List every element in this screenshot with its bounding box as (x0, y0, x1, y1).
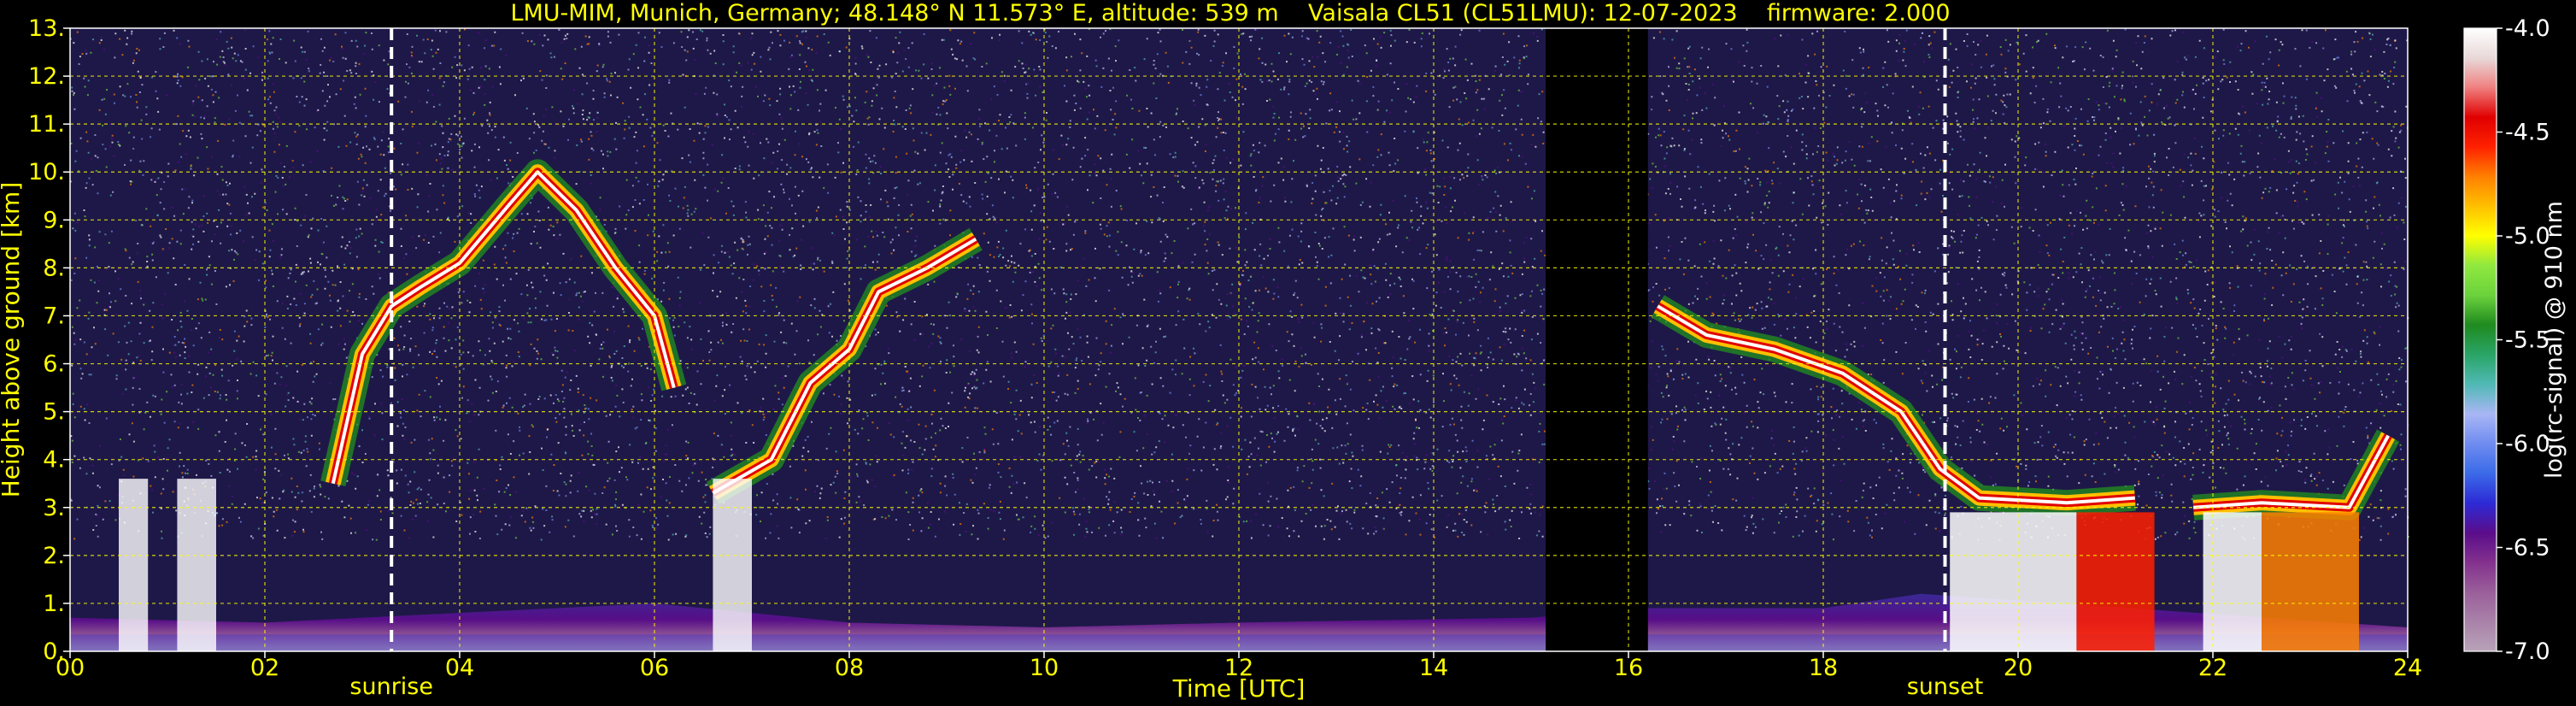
y-tick-label: 5. (43, 399, 65, 426)
sunrise-label: sunrise (349, 674, 433, 700)
x-tick-label: 04 (445, 655, 474, 681)
x-tick-label: 14 (1419, 655, 1448, 681)
x-tick-label: 24 (2393, 655, 2422, 681)
y-tick-label: 13. (28, 15, 65, 42)
colorbar (2463, 27, 2497, 652)
colorbar-label: log(rc-signal) @ 910 nm (2541, 201, 2567, 479)
lidar-chart: sunrise sunset00 02 04 06 08 10 12 14 16 18 20 22 240… (0, 15, 2567, 703)
y-tick-label: 7. (43, 303, 65, 329)
y-tick-label: 10. (28, 159, 65, 185)
y-tick-label: 2. (43, 543, 65, 569)
y-tick-label: 11. (28, 111, 65, 138)
x-tick-label: 20 (2004, 655, 2033, 681)
y-tick-label: 3. (43, 495, 65, 521)
y-tick-label: 4. (43, 447, 65, 474)
y-tick-label: 12. (28, 63, 65, 90)
y-tick-label: 0. (43, 638, 65, 665)
y-tick-label: 9. (43, 207, 65, 233)
colorbar-tick-label: -6.5 (2505, 535, 2550, 562)
y-axis-label: Height above ground [km] (0, 182, 25, 498)
x-tick-label: 10 (1030, 655, 1059, 681)
colorbar-tick-label: -4.0 (2505, 15, 2550, 42)
y-tick-label: 8. (43, 255, 65, 281)
x-tick-label: 16 (1614, 655, 1643, 681)
x-tick-label: 18 (1809, 655, 1838, 681)
x-tick-label: 02 (250, 655, 279, 681)
y-tick-label: 6. (43, 351, 65, 378)
colorbar-tick-label: -4.5 (2505, 120, 2550, 146)
x-tick-label: 06 (640, 655, 669, 681)
x-tick-label: 08 (835, 655, 864, 681)
sunset-label: sunset (1907, 674, 1984, 700)
x-axis-label: Time [UTC] (1172, 674, 1306, 703)
y-tick-label: 1. (43, 591, 65, 617)
no-data-region (1546, 28, 1648, 651)
colorbar-tick-label: -7.0 (2505, 638, 2550, 665)
x-tick-label: 22 (2198, 655, 2227, 681)
